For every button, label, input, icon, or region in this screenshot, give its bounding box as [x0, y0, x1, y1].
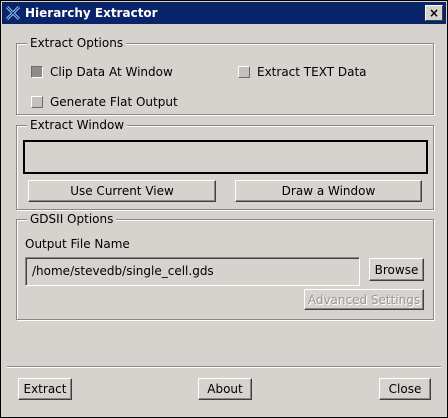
flat-output-label: Generate Flat Output: [50, 95, 178, 109]
extract-text-check-box[interactable]: [238, 66, 250, 78]
extract-window-group: Extract Window Use Current View Draw a W…: [16, 118, 434, 210]
draw-window-button[interactable]: Draw a Window: [235, 180, 422, 202]
flat-output-checkbox[interactable]: Generate Flat Output: [31, 95, 178, 109]
about-button[interactable]: About: [198, 378, 252, 400]
extract-text-checkbox[interactable]: Extract TEXT Data: [238, 65, 367, 79]
app-x-icon: [5, 5, 21, 21]
clip-data-label: Clip Data At Window: [50, 65, 173, 79]
extract-window-display: [23, 140, 428, 174]
window-title: Hierarchy Extractor: [25, 6, 158, 20]
hierarchy-extractor-window: Hierarchy Extractor × Extract Options Cl…: [0, 0, 448, 418]
window-close-icon[interactable]: ×: [425, 5, 443, 21]
title-bar[interactable]: Hierarchy Extractor ×: [2, 2, 446, 24]
clip-data-checkbox[interactable]: Clip Data At Window: [31, 65, 173, 79]
advanced-settings-button[interactable]: Advanced Settings: [304, 289, 424, 310]
extract-options-label: Extract Options: [27, 36, 127, 50]
gdsii-options-label: GDSII Options: [27, 212, 117, 226]
extract-button[interactable]: Extract: [18, 378, 72, 400]
gdsii-options-group: GDSII Options Output File Name /home/ste…: [16, 212, 434, 320]
output-file-input[interactable]: /home/stevedb/single_cell.gds: [25, 257, 360, 286]
flat-output-check-box[interactable]: [31, 96, 43, 108]
clip-data-check-box[interactable]: [31, 66, 43, 78]
extract-text-label: Extract TEXT Data: [257, 65, 367, 79]
extract-window-label: Extract Window: [27, 118, 128, 132]
output-file-name-label: Output File Name: [25, 237, 130, 251]
extract-options-group: Extract Options Clip Data At Window Extr…: [16, 36, 434, 115]
output-file-value: /home/stevedb/single_cell.gds: [32, 264, 214, 278]
use-current-view-button[interactable]: Use Current View: [28, 180, 216, 202]
close-button[interactable]: Close: [379, 378, 431, 400]
footer-separator: [7, 366, 441, 368]
browse-button[interactable]: Browse: [369, 258, 424, 281]
